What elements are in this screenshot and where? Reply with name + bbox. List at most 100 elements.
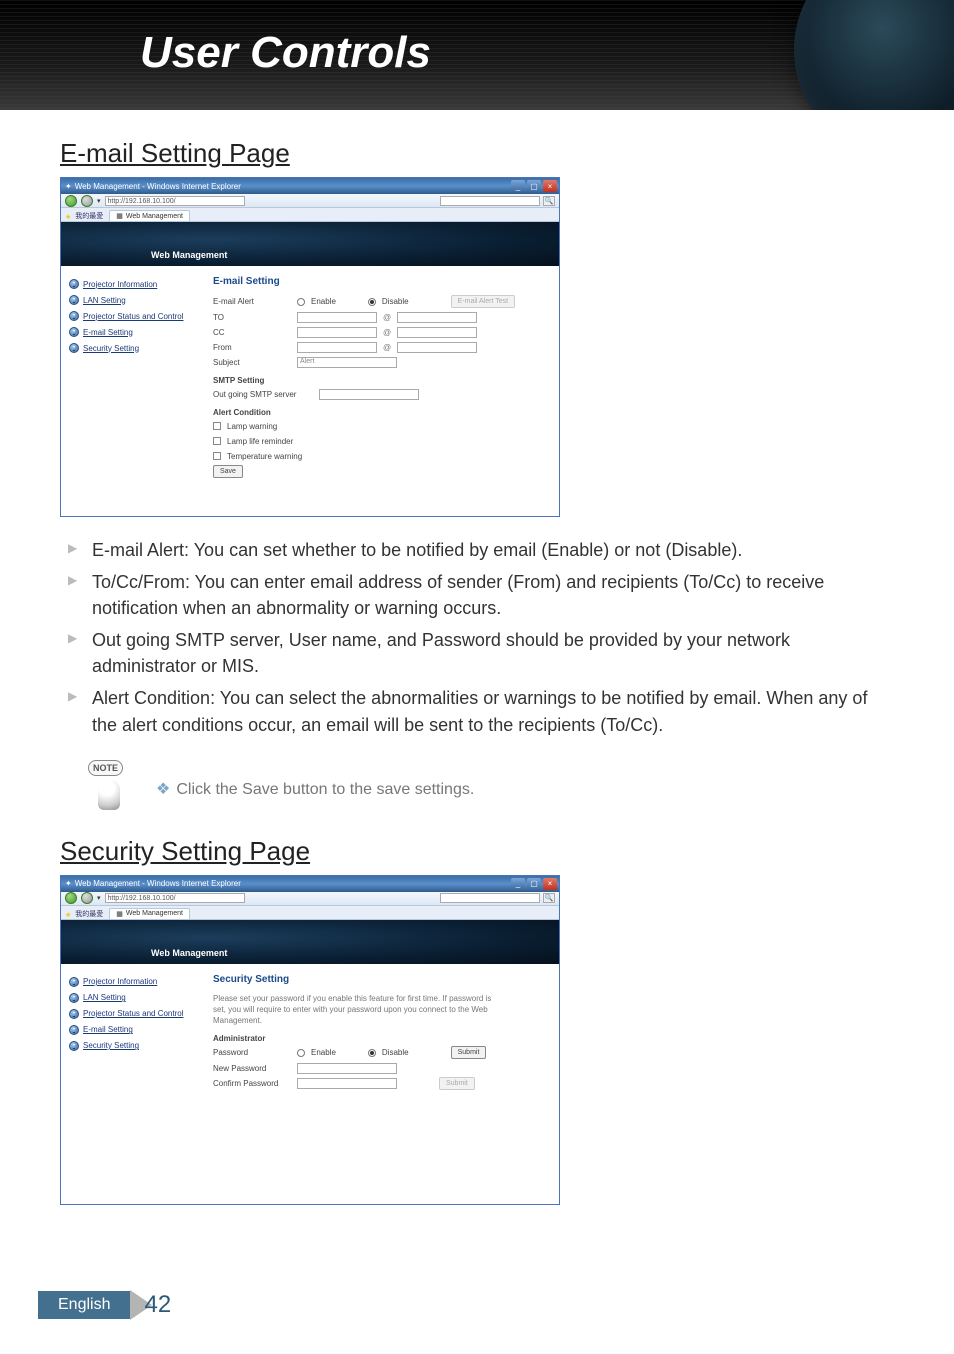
sidebar-item-security[interactable]: • Security Setting bbox=[67, 340, 195, 356]
wm-header: Web Management bbox=[61, 920, 559, 964]
close-icon[interactable]: × bbox=[543, 878, 557, 890]
tab-favicon-icon: ▦ bbox=[116, 212, 123, 220]
smtp-heading: SMTP Setting bbox=[213, 376, 547, 385]
nav-back-icon[interactable] bbox=[65, 195, 77, 207]
sidebar-item-label: Projector Status and Control bbox=[83, 1009, 184, 1018]
sidebar-bullet-icon: • bbox=[69, 311, 79, 321]
maximize-icon[interactable]: ▢ bbox=[527, 878, 541, 890]
footer-language: English bbox=[38, 1291, 130, 1319]
sidebar-item-label: E-mail Setting bbox=[83, 328, 133, 337]
sidebar-item-label: Projector Information bbox=[83, 977, 157, 986]
label-to: TO bbox=[213, 313, 291, 322]
input-to-user[interactable] bbox=[297, 312, 377, 323]
sidebar-item-email[interactable]: • E-mail Setting bbox=[67, 1022, 195, 1038]
email-bullets: E-mail Alert: You can set whether to be … bbox=[60, 533, 894, 752]
sidebar-bullet-icon: • bbox=[69, 993, 79, 1003]
addr-dropdown-icon[interactable]: ▾ bbox=[97, 197, 101, 205]
label-email-alert: E-mail Alert bbox=[213, 297, 291, 306]
ie-address-bar: ▾ http://192.168.10.100/ 🔍 bbox=[61, 194, 559, 208]
top-banner: User Controls bbox=[0, 0, 954, 110]
nav-fwd-icon[interactable] bbox=[81, 892, 93, 904]
label-lamp-warning: Lamp warning bbox=[227, 422, 277, 431]
input-cc-user[interactable] bbox=[297, 327, 377, 338]
ie-titlebar: ✦ Web Management - Windows Internet Expl… bbox=[61, 876, 559, 892]
tab-label: Web Management bbox=[126, 910, 183, 917]
address-field[interactable]: http://192.168.10.100/ bbox=[105, 893, 245, 903]
sidebar-item-label: Projector Information bbox=[83, 280, 157, 289]
radio-pw-disable[interactable] bbox=[368, 1049, 376, 1057]
label-password: Password bbox=[213, 1048, 291, 1057]
checkbox-lamp-life[interactable] bbox=[213, 437, 221, 445]
sidebar-item-security[interactable]: • Security Setting bbox=[67, 1038, 195, 1054]
addr-dropdown-icon[interactable]: ▾ bbox=[97, 894, 101, 902]
radio-enable[interactable] bbox=[297, 298, 305, 306]
favorites-star-icon[interactable]: ★ bbox=[65, 911, 71, 919]
at-icon: @ bbox=[383, 343, 391, 352]
sidebar-item-projector-info[interactable]: • Projector Information bbox=[67, 276, 195, 292]
submit-button-2[interactable]: Submit bbox=[439, 1077, 475, 1090]
radio-pw-enable[interactable] bbox=[297, 1049, 305, 1057]
submit-button-1[interactable]: Submit bbox=[451, 1046, 487, 1059]
label-smtp-server: Out going SMTP server bbox=[213, 390, 313, 399]
label-from: From bbox=[213, 343, 291, 352]
input-subject[interactable]: Alert bbox=[297, 357, 397, 368]
input-from-domain[interactable] bbox=[397, 342, 477, 353]
tab-label: Web Management bbox=[126, 213, 183, 220]
sidebar-bullet-icon: • bbox=[69, 343, 79, 353]
screenshot-security-setting: ✦ Web Management - Windows Internet Expl… bbox=[60, 875, 560, 1205]
input-new-password[interactable] bbox=[297, 1063, 397, 1074]
input-cc-domain[interactable] bbox=[397, 327, 477, 338]
favorites-label: 我的最愛 bbox=[75, 211, 103, 221]
admin-heading: Administrator bbox=[213, 1034, 547, 1043]
sidebar-bullet-icon: • bbox=[69, 1041, 79, 1051]
bullet-smtp: Out going SMTP server, User name, and Pa… bbox=[88, 627, 884, 679]
wm-sidebar: • Projector Information • LAN Setting • … bbox=[61, 964, 201, 1204]
window-buttons: _ ▢ × bbox=[511, 878, 557, 890]
label-lamp-life: Lamp life reminder bbox=[227, 437, 293, 446]
screenshot-email-setting: ✦ Web Management - Windows Internet Expl… bbox=[60, 177, 560, 517]
footer-page-number: 42 bbox=[144, 1291, 171, 1319]
nav-back-icon[interactable] bbox=[65, 892, 77, 904]
radio-disable-label: Disable bbox=[382, 297, 409, 306]
maximize-icon[interactable]: ▢ bbox=[527, 180, 541, 192]
input-from-user[interactable] bbox=[297, 342, 377, 353]
browser-tab[interactable]: ▦ Web Management bbox=[109, 210, 190, 221]
diamond-bullet-icon: ❖ bbox=[156, 781, 170, 798]
minimize-icon[interactable]: _ bbox=[511, 180, 525, 192]
search-go-icon[interactable]: 🔍 bbox=[543, 196, 555, 206]
close-icon[interactable]: × bbox=[543, 180, 557, 192]
email-alert-test-button[interactable]: E-mail Alert Test bbox=[451, 295, 515, 308]
browser-tab[interactable]: ▦ Web Management bbox=[109, 908, 190, 919]
input-confirm-password[interactable] bbox=[297, 1078, 397, 1089]
input-smtp-server[interactable] bbox=[319, 389, 419, 400]
sidebar-item-label: LAN Setting bbox=[83, 993, 126, 1002]
favorites-star-icon[interactable]: ★ bbox=[65, 213, 71, 221]
alert-cond-heading: Alert Condition bbox=[213, 408, 547, 417]
sidebar-item-lan[interactable]: • LAN Setting bbox=[67, 990, 195, 1006]
wm-main-panel: E-mail Setting E-mail Alert Enable Disab… bbox=[201, 266, 559, 516]
search-go-icon[interactable]: 🔍 bbox=[543, 893, 555, 903]
search-field[interactable] bbox=[440, 196, 540, 206]
tab-favicon-icon: ▦ bbox=[116, 910, 123, 918]
radio-disable[interactable] bbox=[368, 298, 376, 306]
minimize-icon[interactable]: _ bbox=[511, 878, 525, 890]
lens-decoration bbox=[794, 0, 954, 110]
input-to-domain[interactable] bbox=[397, 312, 477, 323]
sidebar-item-label: LAN Setting bbox=[83, 296, 126, 305]
sidebar-item-status[interactable]: • Projector Status and Control bbox=[67, 308, 195, 324]
nav-fwd-icon[interactable] bbox=[81, 195, 93, 207]
security-note-text: Please set your password if you enable t… bbox=[213, 993, 493, 1027]
sidebar-bullet-icon: • bbox=[69, 327, 79, 337]
search-field[interactable] bbox=[440, 893, 540, 903]
sidebar-item-lan[interactable]: • LAN Setting bbox=[67, 292, 195, 308]
checkbox-lamp-warning[interactable] bbox=[213, 422, 221, 430]
section-security-heading: Security Setting Page bbox=[60, 836, 894, 867]
sidebar-item-status[interactable]: • Projector Status and Control bbox=[67, 1006, 195, 1022]
sidebar-item-projector-info[interactable]: • Projector Information bbox=[67, 974, 195, 990]
sidebar-bullet-icon: • bbox=[69, 977, 79, 987]
checkbox-temperature[interactable] bbox=[213, 452, 221, 460]
address-field[interactable]: http://192.168.10.100/ bbox=[105, 196, 245, 206]
sidebar-item-email[interactable]: • E-mail Setting bbox=[67, 324, 195, 340]
note-text-content: Click the Save button to the save settin… bbox=[176, 781, 474, 798]
save-button[interactable]: Save bbox=[213, 465, 243, 478]
